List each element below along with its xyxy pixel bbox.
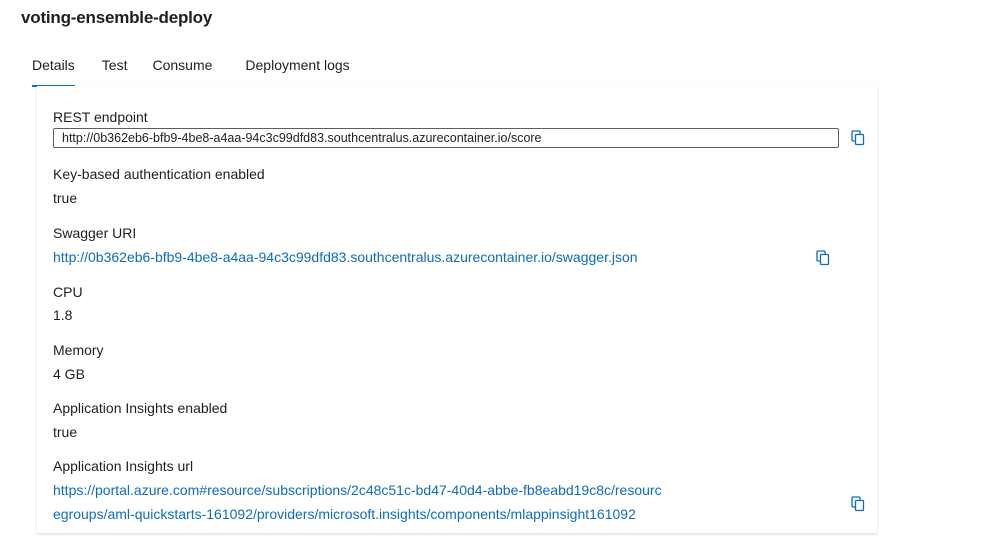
memory-value: 4 GB [53, 366, 85, 382]
cpu-value: 1.8 [53, 307, 73, 323]
rest-endpoint-label: REST endpoint [53, 109, 148, 125]
app-insights-enabled-label: Application Insights enabled [53, 400, 228, 416]
app-insights-url-link-line2[interactable]: egroups/aml-quickstarts-161092/providers… [53, 506, 636, 522]
page-title: voting-ensemble-deploy [21, 8, 213, 27]
app-insights-url-link-line1[interactable]: https://portal.azure.com#resource/subscr… [53, 482, 662, 498]
tab-details[interactable]: Details [32, 56, 75, 88]
copy-icon[interactable] [851, 130, 865, 146]
tab-test[interactable]: Test [102, 56, 128, 88]
memory-label: Memory [53, 342, 104, 358]
copy-icon[interactable] [851, 496, 865, 512]
tab-deployment-logs[interactable]: Deployment logs [245, 56, 349, 88]
copy-icon[interactable] [816, 250, 830, 266]
tab-bar: Details Test Consume Deployment logs [32, 56, 377, 90]
app-insights-enabled-value: true [53, 424, 78, 440]
cpu-label: CPU [53, 284, 83, 300]
key-auth-label: Key-based authentication enabled [53, 166, 265, 182]
key-auth-value: true [53, 190, 78, 206]
rest-endpoint-field[interactable]: http://0b362eb6-bfb9-4be8-a4aa-94c3c99df… [53, 128, 839, 148]
app-insights-url-label: Application Insights url [53, 458, 194, 474]
swagger-uri-label: Swagger URI [53, 225, 137, 241]
swagger-uri-link[interactable]: http://0b362eb6-bfb9-4be8-a4aa-94c3c99df… [53, 249, 638, 265]
tab-consume[interactable]: Consume [152, 56, 212, 88]
